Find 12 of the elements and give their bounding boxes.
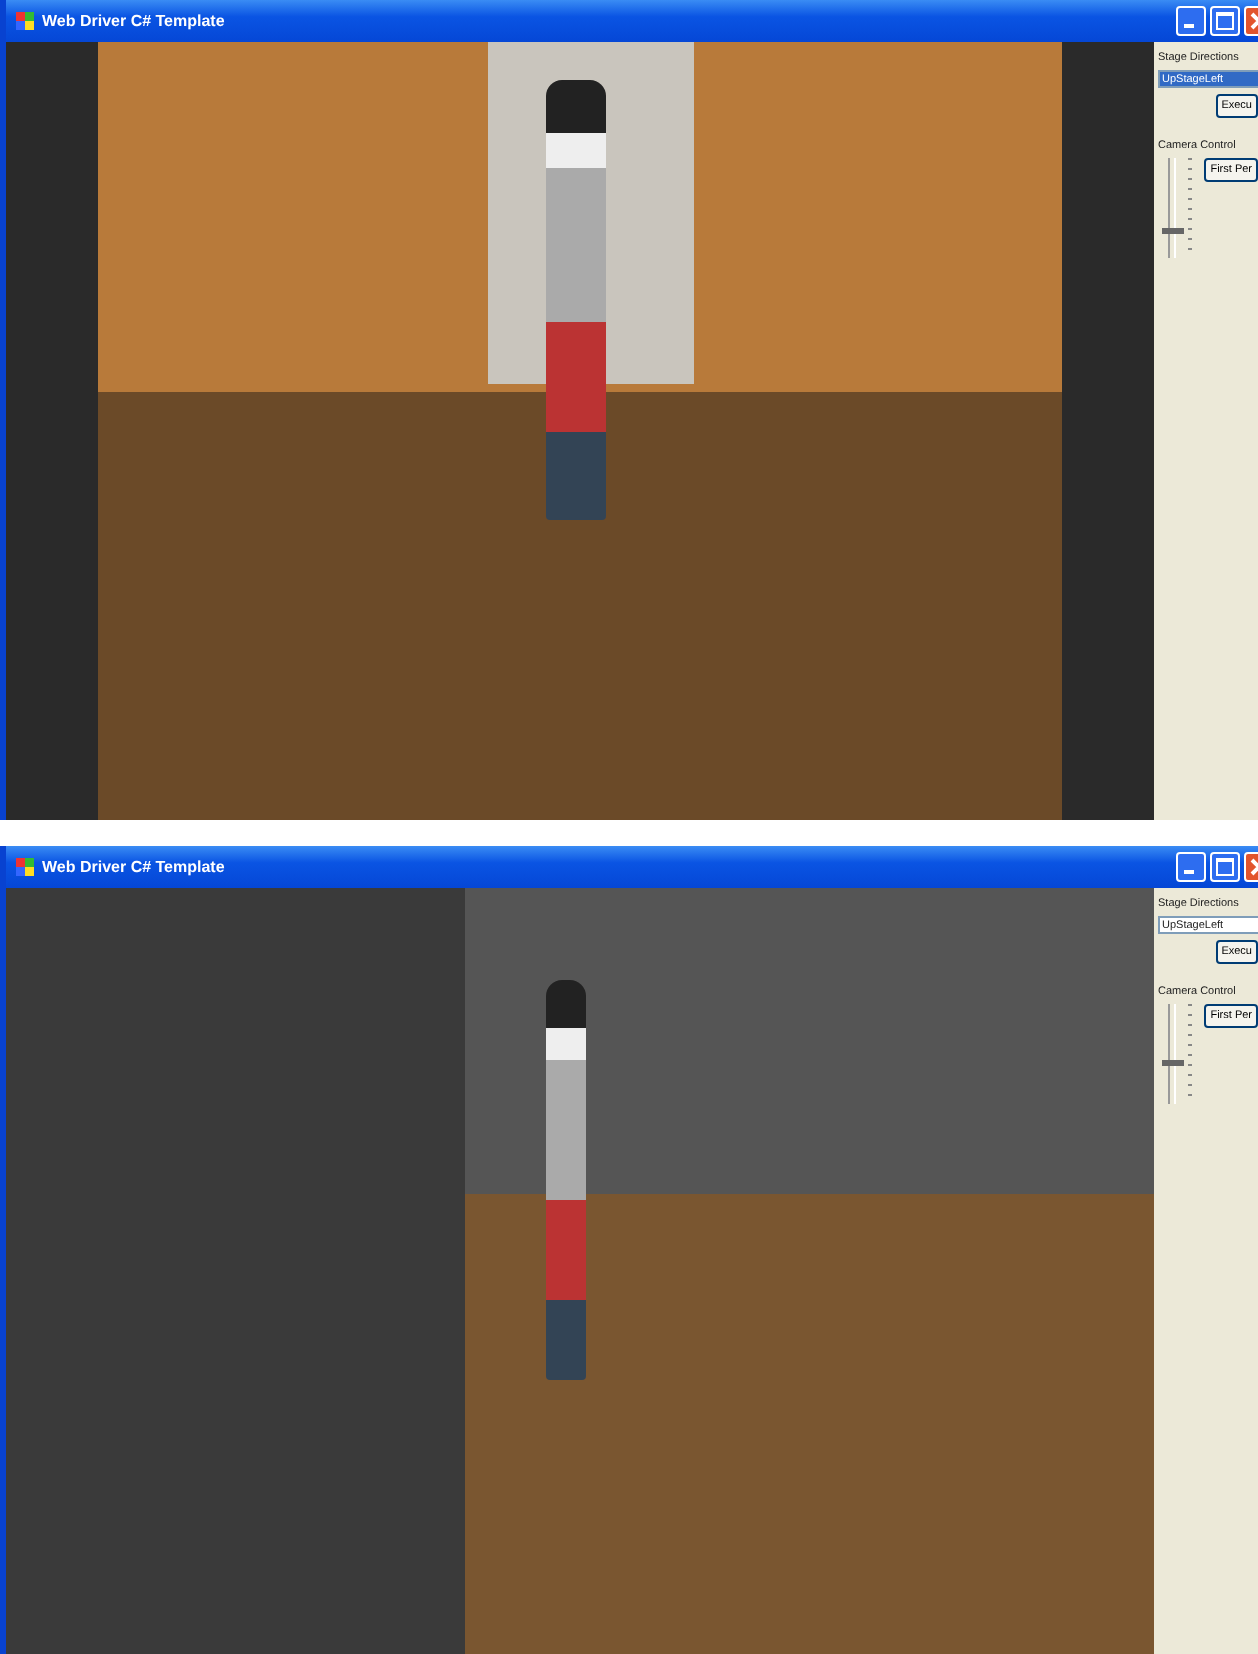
minimize-button[interactable] [1176,6,1206,36]
window-title: Web Driver C# Template [42,9,225,33]
maximize-button[interactable] [1210,6,1240,36]
slider-thumb[interactable] [1162,228,1184,235]
maximize-icon [1216,858,1234,876]
minimize-button[interactable] [1176,852,1206,882]
app-icon [16,858,34,876]
slider-thumb[interactable] [1162,1060,1184,1067]
maximize-button[interactable] [1210,852,1240,882]
app-icon [16,12,34,30]
maximize-icon [1216,12,1234,30]
window-title: Web Driver C# Template [42,855,225,879]
